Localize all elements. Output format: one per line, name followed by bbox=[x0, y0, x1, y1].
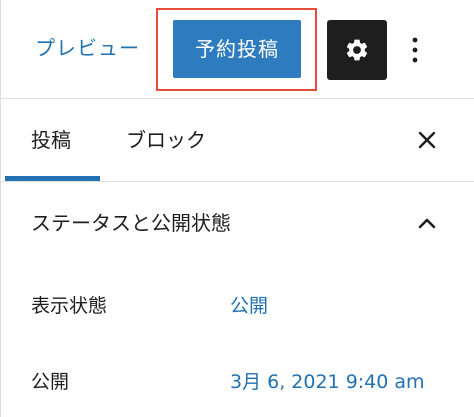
visibility-row: 表示状態 公開 bbox=[1, 286, 474, 326]
editor-sidebar: プレビュー 予約投稿 投稿 ブロック ステータスと公開状態 表示状態 公開 公開… bbox=[0, 0, 474, 417]
vertical-ellipsis-icon bbox=[412, 37, 418, 63]
more-options-button[interactable] bbox=[405, 32, 425, 68]
status-panel-toggle[interactable]: ステータスと公開状態 bbox=[1, 182, 474, 264]
visibility-label: 表示状態 bbox=[31, 295, 108, 317]
sidebar-tabs: 投稿 ブロック bbox=[1, 99, 474, 182]
close-sidebar-button[interactable] bbox=[415, 128, 439, 152]
chevron-up-icon bbox=[415, 211, 439, 235]
settings-button[interactable] bbox=[327, 20, 387, 80]
status-panel-title: ステータスと公開状態 bbox=[31, 211, 231, 235]
schedule-button[interactable]: 予約投稿 bbox=[173, 20, 301, 78]
preview-button[interactable]: プレビュー bbox=[35, 34, 140, 62]
gear-icon bbox=[346, 39, 368, 61]
publish-label: 公開 bbox=[31, 371, 70, 393]
visibility-toggle[interactable]: 公開 bbox=[230, 286, 268, 326]
tab-block[interactable]: ブロック bbox=[126, 99, 206, 182]
active-tab-indicator bbox=[5, 176, 100, 181]
tab-post[interactable]: 投稿 bbox=[31, 99, 71, 182]
publish-row: 公開 3月 6, 2021 9:40 am bbox=[1, 362, 474, 402]
close-icon bbox=[418, 131, 436, 149]
publish-date-toggle[interactable]: 3月 6, 2021 9:40 am bbox=[230, 362, 425, 402]
editor-header: プレビュー 予約投稿 bbox=[1, 0, 474, 99]
